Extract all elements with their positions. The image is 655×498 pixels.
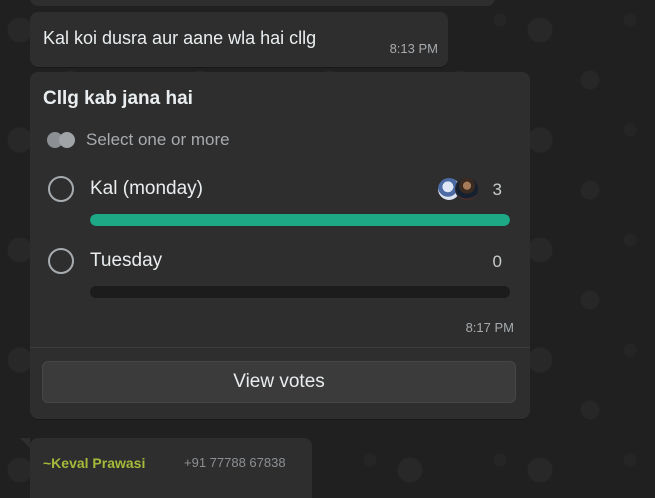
poll-option-tuesday[interactable]: Tuesday 0 (48, 248, 510, 318)
poll-option-label: Tuesday (90, 250, 163, 271)
radio-button[interactable] (48, 176, 74, 202)
poll-vote-count: 3 (492, 180, 502, 199)
poll-progress-track (90, 214, 510, 226)
bubble-tail (20, 438, 30, 448)
sender-phone: +91 77788 67838 (184, 455, 286, 470)
poll-card[interactable]: Cllg kab jana hai Select one or more Kal… (30, 72, 530, 419)
poll-progress-fill (90, 214, 510, 226)
poll-select-hint: Select one or more (47, 130, 230, 150)
message-time: 8:13 PM (389, 41, 438, 56)
poll-divider (30, 347, 530, 348)
message-bubble[interactable]: Kal koi dusra aur aane wla hai cllg 8:13… (30, 12, 448, 67)
view-votes-button[interactable]: View votes (42, 361, 516, 403)
radio-button[interactable] (48, 248, 74, 274)
next-message-bubble[interactable]: ~Keval Prawasi +91 77788 67838 (20, 438, 312, 498)
poll-option-kal-monday[interactable]: Kal (monday) 3 (48, 176, 510, 246)
avatar (455, 177, 479, 201)
poll-progress-track (90, 286, 510, 298)
double-check-icon (47, 131, 77, 149)
previous-message-bubble (30, 0, 495, 6)
message-text: Kal koi dusra aur aane wla hai cllg (43, 28, 317, 48)
sender-name[interactable]: ~Keval Prawasi (43, 455, 145, 471)
poll-question: Cllg kab jana hai (43, 88, 193, 109)
poll-vote-count: 0 (492, 252, 502, 271)
select-hint-label: Select one or more (86, 130, 230, 149)
voter-avatars (437, 177, 479, 203)
poll-option-label: Kal (monday) (90, 178, 203, 199)
poll-time: 8:17 PM (465, 320, 514, 335)
